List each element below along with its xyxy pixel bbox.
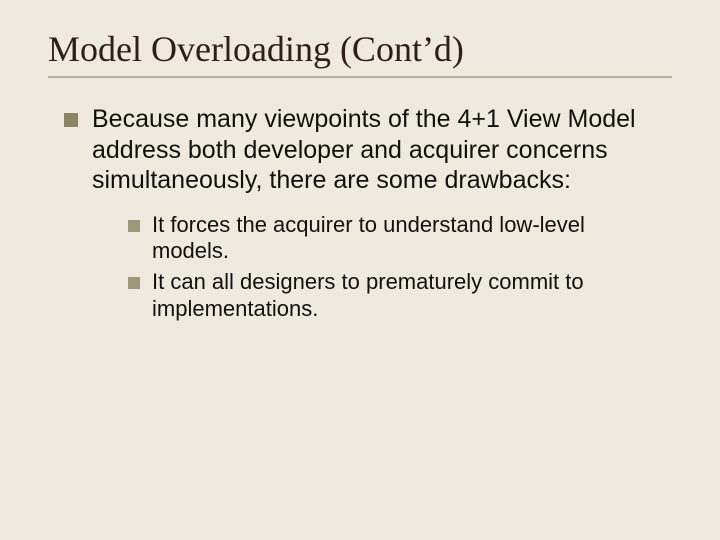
list-item-text: Because many viewpoints of the 4+1 View …: [92, 105, 636, 194]
title-underline: [48, 76, 672, 78]
list-item: Because many viewpoints of the 4+1 View …: [64, 104, 664, 323]
slide: Model Overloading (Cont’d) Because many …: [0, 0, 720, 540]
list-item-text: It can all designers to prematurely comm…: [152, 269, 584, 321]
list-item: It forces the acquirer to understand low…: [128, 212, 664, 266]
page-title: Model Overloading (Cont’d): [48, 28, 672, 70]
list-item-text: It forces the acquirer to understand low…: [152, 212, 585, 264]
sub-bullet-list: It forces the acquirer to understand low…: [92, 212, 664, 323]
list-item: It can all designers to prematurely comm…: [128, 269, 664, 323]
bullet-list: Because many viewpoints of the 4+1 View …: [48, 104, 672, 323]
